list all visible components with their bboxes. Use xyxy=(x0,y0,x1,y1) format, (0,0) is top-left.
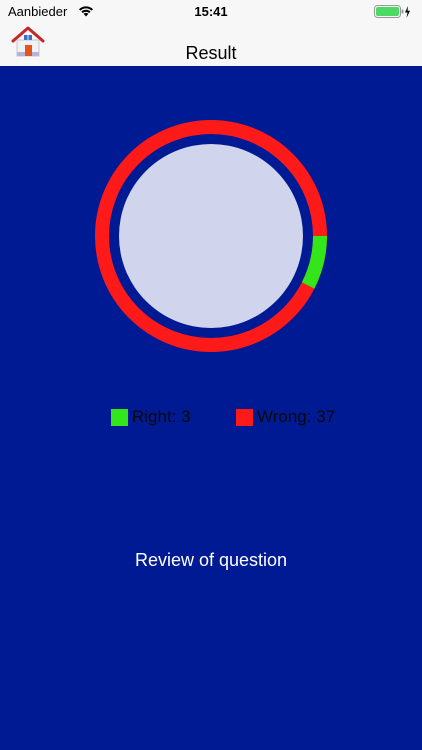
screen: Aanbieder 15:41 Result Right: 3 Wrong: 3… xyxy=(0,0,422,750)
battery-charging-icon xyxy=(374,5,410,18)
right-label: Right: 3 xyxy=(132,407,191,426)
navigation-bar: Result xyxy=(0,24,422,67)
legend-wrong: Wrong: 37 xyxy=(236,407,335,427)
inner-circle xyxy=(119,144,303,328)
status-time: 15:41 xyxy=(194,4,228,19)
result-content: Right: 3 Wrong: 37 Review of question xyxy=(0,66,422,750)
right-swatch xyxy=(111,408,128,426)
result-donut-chart xyxy=(95,120,327,352)
legend: Right: 3 Wrong: 37 xyxy=(0,407,422,431)
wrong-label: Wrong: 37 xyxy=(257,407,336,426)
legend-right: Right: 3 xyxy=(111,407,191,427)
page-title: Result xyxy=(185,43,237,63)
status-bar: Aanbieder 15:41 xyxy=(0,0,422,24)
right-arc xyxy=(301,235,327,289)
wrong-swatch xyxy=(236,408,253,426)
review-of-question-button[interactable]: Review of question xyxy=(0,550,422,571)
